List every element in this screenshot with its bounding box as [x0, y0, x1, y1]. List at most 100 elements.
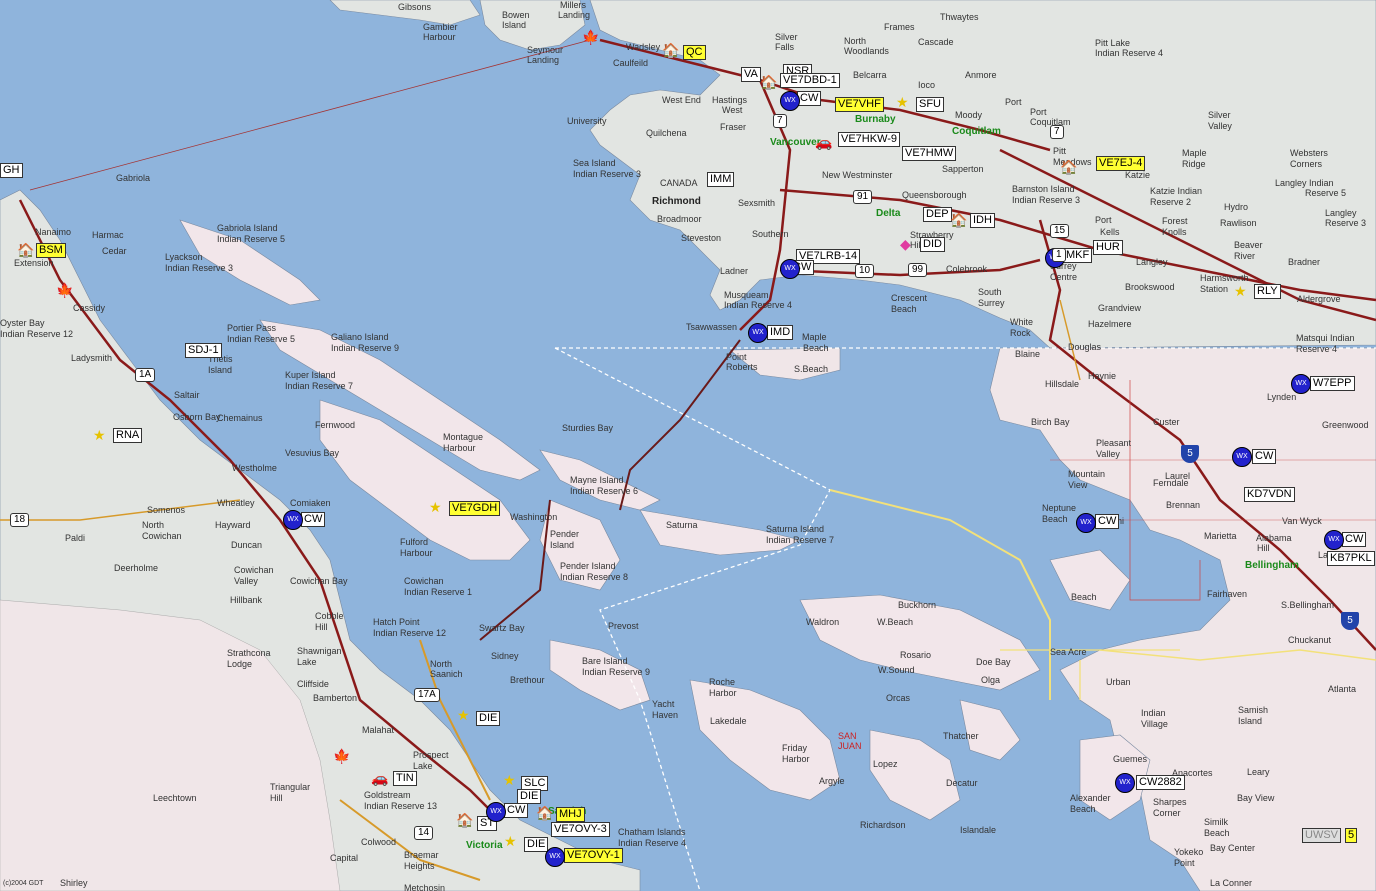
station-callsign-label[interactable]: IMD — [767, 325, 794, 340]
place-label: Island — [502, 20, 527, 30]
place-label: Douglas — [1068, 342, 1102, 352]
star-icon[interactable]: ★ — [93, 428, 106, 442]
place-label: Samish — [1238, 705, 1269, 715]
station-callsign-label[interactable]: UWSV — [1302, 828, 1341, 843]
house-icon[interactable]: 🏠 — [950, 213, 967, 227]
place-label: Valley — [1208, 121, 1232, 131]
station-callsign-label[interactable]: SFU — [916, 97, 944, 112]
house-icon[interactable]: 🏠 — [536, 806, 553, 820]
place-label: Goldstream — [364, 790, 411, 800]
station-callsign-label[interactable]: CW — [1095, 514, 1120, 529]
station-callsign-label[interactable]: DIE — [517, 789, 542, 804]
weather-station-icon[interactable]: WX — [283, 510, 303, 530]
maple-leaf-icon[interactable]: 🍁 — [333, 749, 350, 763]
station-callsign-label[interactable]: BSM — [36, 243, 66, 258]
station-callsign-label[interactable]: TIN — [393, 771, 417, 786]
station-callsign-label[interactable]: 5 — [1345, 828, 1358, 843]
house-icon[interactable]: 🏠 — [760, 75, 777, 89]
weather-station-icon[interactable]: WX — [780, 259, 800, 279]
station-callsign-label[interactable]: RNA — [113, 428, 143, 443]
house-icon[interactable]: 🏠 — [662, 43, 679, 57]
station-callsign-label[interactable]: CW — [1342, 532, 1367, 547]
station-callsign-label[interactable]: HUR — [1093, 240, 1123, 255]
maple-leaf-icon[interactable]: 🍁 — [582, 30, 599, 44]
station-callsign-label[interactable]: VE7HMW — [902, 146, 957, 161]
station-callsign-label[interactable]: VE7OVY-3 — [551, 822, 610, 837]
weather-station-icon[interactable]: WX — [748, 323, 768, 343]
star-icon[interactable]: ★ — [503, 773, 516, 787]
place-label: Quilchena — [646, 128, 687, 138]
station-callsign-label[interactable]: KD7VDN — [1244, 487, 1295, 502]
interstate-shield: 5 — [1341, 612, 1359, 630]
weather-station-icon[interactable]: WX — [1324, 530, 1344, 550]
station-callsign-label[interactable]: VE7OVY-1 — [564, 848, 623, 863]
weather-station-icon[interactable]: WX — [1291, 374, 1311, 394]
station-callsign-label[interactable]: SDJ-1 — [185, 343, 222, 358]
place-label: Braemar — [404, 850, 439, 860]
place-label: S.Bellingham — [1281, 600, 1335, 610]
place-label: Sharpes — [1153, 797, 1187, 807]
weather-station-icon[interactable]: WX — [1076, 513, 1096, 533]
place-label: Mayne Island — [570, 475, 624, 485]
place-label: Indian Reserve 1 — [404, 587, 473, 597]
station-callsign-label[interactable]: CW — [504, 803, 529, 818]
station-callsign-label[interactable]: IDH — [970, 213, 995, 228]
station-callsign-label[interactable]: CW2882 — [1136, 775, 1185, 790]
station-callsign-label[interactable]: VE7EJ-4 — [1096, 156, 1146, 171]
station-callsign-label[interactable]: VE7HKW-9 — [838, 132, 901, 147]
station-callsign-label[interactable]: VE7VHF — [835, 97, 884, 112]
weather-station-icon[interactable]: WX — [486, 802, 506, 822]
maple-leaf-icon[interactable]: 🍁 — [56, 283, 73, 297]
place-label: Harmsworth — [1200, 273, 1249, 283]
star-icon[interactable]: ★ — [457, 708, 470, 722]
station-callsign-label[interactable]: VA — [741, 67, 761, 82]
station-callsign-label[interactable]: GH — [0, 163, 23, 178]
station-callsign-label[interactable]: VE7DBD-1 — [780, 73, 840, 88]
station-callsign-label[interactable]: CW — [1252, 449, 1277, 464]
weather-station-icon[interactable]: WX — [780, 91, 800, 111]
station-callsign-label[interactable]: DID — [920, 237, 945, 252]
place-label: Beach — [1071, 592, 1097, 602]
place-label: White — [1010, 317, 1034, 327]
station-callsign-label[interactable]: MKF — [1063, 248, 1093, 263]
star-icon[interactable]: ★ — [504, 834, 517, 848]
place-label: Blaine — [1015, 349, 1041, 359]
station-callsign-label[interactable]: DIE — [476, 711, 501, 726]
place-label: Island — [208, 365, 233, 375]
place-label: Indian Reserve 5 — [227, 334, 296, 344]
map-canvas[interactable]: Gibsons Bowen Island Millers Landing Gambier H… — [0, 0, 1376, 891]
car-icon[interactable]: 🚗 — [815, 135, 832, 149]
weather-station-icon[interactable]: WX — [1232, 447, 1252, 467]
place-label: Leary — [1247, 767, 1270, 777]
station-callsign-label[interactable]: CW — [301, 512, 326, 527]
star-icon[interactable]: ★ — [1234, 284, 1247, 298]
place-label: Washington — [510, 512, 558, 522]
highway-shield: 1A — [135, 368, 156, 382]
place-label: Ferndale — [1153, 478, 1189, 488]
place-label: Roberts — [726, 362, 758, 372]
house-icon[interactable]: 🏠 — [456, 813, 473, 827]
place-label: Olga — [981, 675, 1001, 685]
car-icon[interactable]: 🚗 — [371, 771, 388, 785]
station-callsign-label[interactable]: CW — [797, 91, 822, 106]
station-callsign-label[interactable]: QC — [683, 45, 706, 60]
station-callsign-label[interactable]: IMM — [707, 172, 735, 187]
weather-station-icon[interactable]: WX — [545, 847, 565, 867]
place-label: Shirley — [60, 878, 88, 888]
house-icon[interactable]: 🏠 — [17, 243, 34, 257]
station-callsign-label[interactable]: W7EPP — [1310, 376, 1355, 391]
station-callsign-label[interactable]: VE7GDH — [449, 501, 501, 516]
place-label: Beach — [803, 343, 829, 353]
place-label: Hillsdale — [1045, 379, 1080, 389]
station-callsign-label[interactable]: RLY — [1254, 284, 1281, 299]
star-icon[interactable]: ★ — [429, 500, 442, 514]
star-icon[interactable]: ★ — [896, 95, 909, 109]
station-callsign-label[interactable]: DEP — [923, 207, 952, 222]
weather-station-icon[interactable]: WX — [1115, 773, 1135, 793]
station-callsign-label[interactable]: DIE — [524, 837, 549, 852]
house-icon[interactable]: 🏠 — [1060, 160, 1077, 174]
station-callsign-label[interactable]: MHJ — [556, 807, 585, 822]
diamond-icon[interactable]: ◆ — [900, 237, 911, 251]
place-label: Greenwood — [1322, 420, 1369, 430]
station-callsign-label[interactable]: KB7PKL — [1327, 551, 1375, 566]
